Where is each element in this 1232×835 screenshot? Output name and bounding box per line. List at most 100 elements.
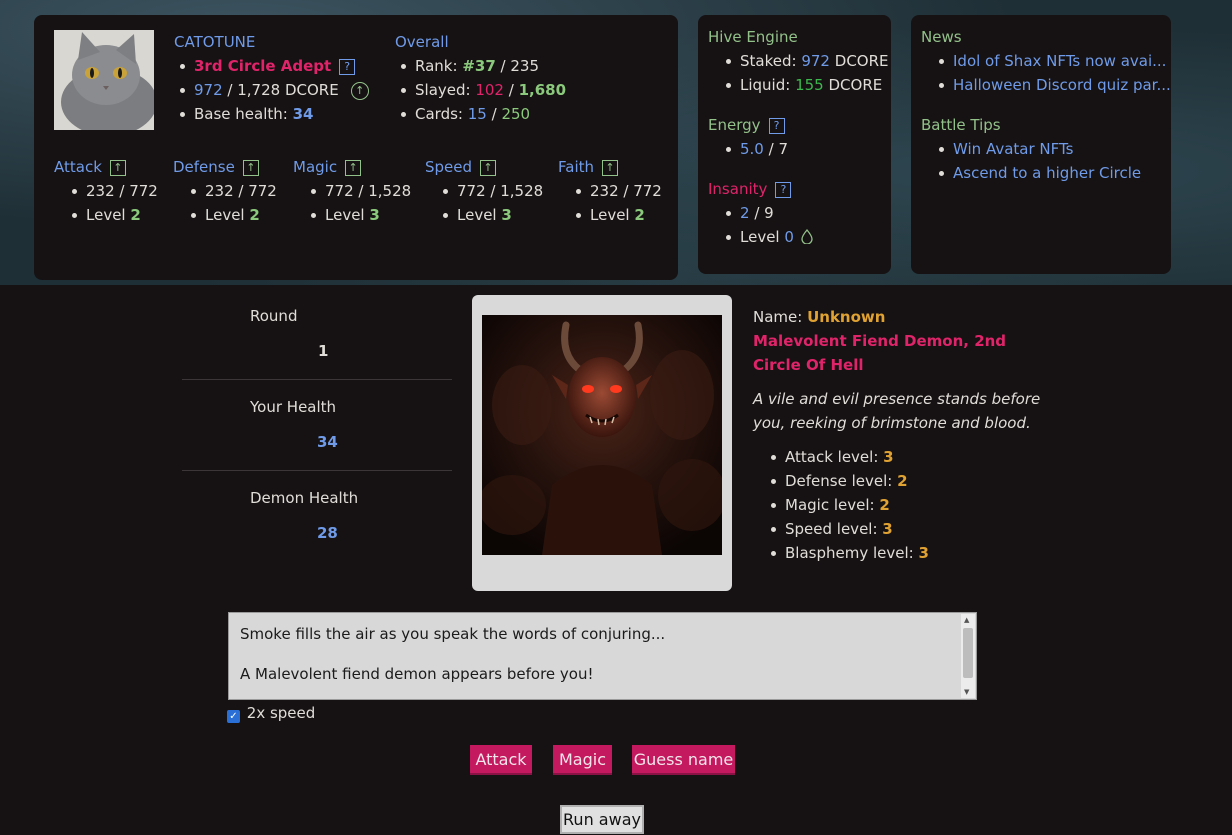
level-label: Speed level: [785, 520, 878, 538]
demon-level-item: Magic level: 2 [765, 493, 1043, 517]
demon-info: Name: Unknown Malevolent Fiend Demon, 2n… [753, 305, 1043, 565]
liquid-value: 155 [795, 76, 824, 94]
news-link[interactable]: Idol of Shax NFTs now avai... [953, 52, 1166, 70]
insanity-level-label: Level [740, 228, 780, 246]
your-health-value: 34 [317, 433, 338, 451]
upgrade-icon[interactable]: ↑ [480, 159, 497, 176]
demon-desc-line1: A vile and evil presence stands before [753, 390, 1041, 408]
player-title[interactable]: 3rd Circle Adept [194, 57, 331, 75]
level-value: 3 [918, 544, 929, 562]
log-line: Smoke fills the air as you speak the wor… [240, 625, 666, 643]
upgrade-circle-icon[interactable]: ↑ [350, 81, 369, 100]
stat-faith: Faith ↑ 232 / 772 Level 2 [558, 155, 662, 227]
demon-level-item: Attack level: 3 [765, 445, 1043, 469]
demon-health-value: 28 [317, 524, 338, 542]
stat-attack: Attack ↑ 232 / 772 Level 2 [54, 155, 158, 227]
stat-speed: Speed ↑ 772 / 1,528 Level 3 [425, 155, 543, 227]
stat-name[interactable]: Defense [173, 158, 235, 176]
demon-title-line2: Circle Of Hell [753, 356, 864, 374]
help-icon[interactable]: ? [339, 58, 356, 75]
round-label: Round [250, 307, 298, 325]
battle-log[interactable]: Smoke fills the air as you speak the wor… [228, 612, 977, 700]
liquid-item: Liquid: 155 DCORE [720, 73, 889, 97]
energy-heading: Energy [708, 116, 761, 134]
guess-name-button[interactable]: Guess name [632, 745, 735, 775]
dcore-item: 972 / 1,728 DCORE ↑ [174, 78, 369, 102]
dcore-current: 972 [194, 81, 223, 99]
upgrade-icon[interactable]: ↑ [345, 159, 362, 176]
base-health-item: Base health: 34 [174, 102, 369, 126]
upgrade-icon[interactable]: ↑ [602, 159, 618, 176]
help-icon[interactable]: ? [768, 117, 785, 134]
level-label: Defense level: [785, 472, 893, 490]
hive-panel: Hive Engine Staked: 972 DCORE Liquid: 15… [698, 15, 891, 274]
overall-heading[interactable]: Overall [395, 30, 566, 54]
stat-value: 232 / 772 [590, 182, 662, 200]
demon-image [482, 315, 722, 555]
level-value: 2 [897, 472, 908, 490]
log-line: A Malevolent fiend demon appears before … [240, 665, 594, 683]
base-health-value: 34 [292, 105, 314, 123]
help-icon[interactable]: ? [775, 181, 792, 198]
news-panel: News Idol of Shax NFTs now avai... Hallo… [911, 15, 1171, 274]
stat-level-label: Level [205, 206, 245, 224]
rank-value: #37 [462, 57, 496, 75]
player-name[interactable]: CATOTUNE [174, 30, 369, 54]
demon-title-line1: Malevolent Fiend Demon, 2nd [753, 332, 1007, 350]
energy-max: 7 [778, 140, 788, 158]
insanity-item: 2 / 9 [720, 201, 889, 225]
player-panel: CATOTUNE 3rd Circle Adept? 972 / 1,728 D… [34, 15, 678, 280]
liquid-label: Liquid: [740, 76, 791, 94]
insanity-heading: Insanity [708, 180, 768, 198]
tip-link[interactable]: Win Avatar NFTs [953, 140, 1073, 158]
level-value: 3 [882, 520, 893, 538]
staked-item: Staked: 972 DCORE [720, 49, 889, 73]
insanity-current: 2 [740, 204, 750, 222]
stat-value: 232 / 772 [205, 182, 277, 200]
stat-level-label: Level [457, 206, 497, 224]
stat-defense: Defense ↑ 232 / 772 Level 2 [173, 155, 277, 227]
news-link[interactable]: Halloween Discord quiz par... [953, 76, 1171, 94]
rank-total: 235 [510, 57, 540, 75]
speed-checkbox[interactable]: ✓ [227, 710, 240, 723]
level-label: Attack level: [785, 448, 879, 466]
stat-name[interactable]: Faith [558, 158, 594, 176]
stat-value: 232 / 772 [86, 182, 158, 200]
stat-magic: Magic ↑ 772 / 1,528 Level 3 [293, 155, 411, 227]
speed-toggle[interactable]: ✓ 2x speed [227, 704, 315, 723]
run-away-button[interactable]: Run away [560, 805, 644, 834]
upgrade-icon[interactable]: ↑ [242, 159, 259, 176]
divider [182, 470, 452, 471]
stat-level: 2 [634, 206, 645, 224]
stat-level: 2 [130, 206, 141, 224]
tip-link[interactable]: Ascend to a higher Circle [953, 164, 1141, 182]
tips-heading: Battle Tips [921, 116, 1001, 134]
dcore-max: 1,728 DCORE [237, 81, 339, 99]
energy-item: 5.0 / 7 [720, 137, 889, 161]
stat-name[interactable]: Speed [425, 158, 472, 176]
slayed-value: 102 [475, 81, 504, 99]
demon-level-item: Speed level: 3 [765, 517, 1043, 541]
stat-level: 3 [501, 206, 512, 224]
stat-name[interactable]: Magic [293, 158, 337, 176]
upgrade-icon[interactable]: ↑ [109, 159, 126, 176]
avatar [54, 30, 154, 130]
demon-name: Unknown [807, 308, 886, 326]
cards-value: 15 [467, 105, 487, 123]
slayed-total: 1,680 [518, 81, 567, 99]
insanity-level-item: Level 0 [720, 225, 889, 249]
demon-card [472, 295, 732, 591]
staked-value: 972 [801, 52, 830, 70]
log-scrollbar[interactable]: ▲ ▼ [961, 614, 975, 698]
attack-button[interactable]: Attack [470, 745, 532, 775]
slayed-label: Slayed: [415, 81, 471, 99]
cards-total: 250 [501, 105, 531, 123]
stat-name[interactable]: Attack [54, 158, 102, 176]
liquid-unit: DCORE [828, 76, 883, 94]
stat-level-label: Level [86, 206, 126, 224]
stat-level-label: Level [590, 206, 630, 224]
stat-value: 772 / 1,528 [325, 182, 412, 200]
stat-level: 2 [249, 206, 260, 224]
magic-button[interactable]: Magic [553, 745, 612, 775]
divider [182, 379, 452, 380]
